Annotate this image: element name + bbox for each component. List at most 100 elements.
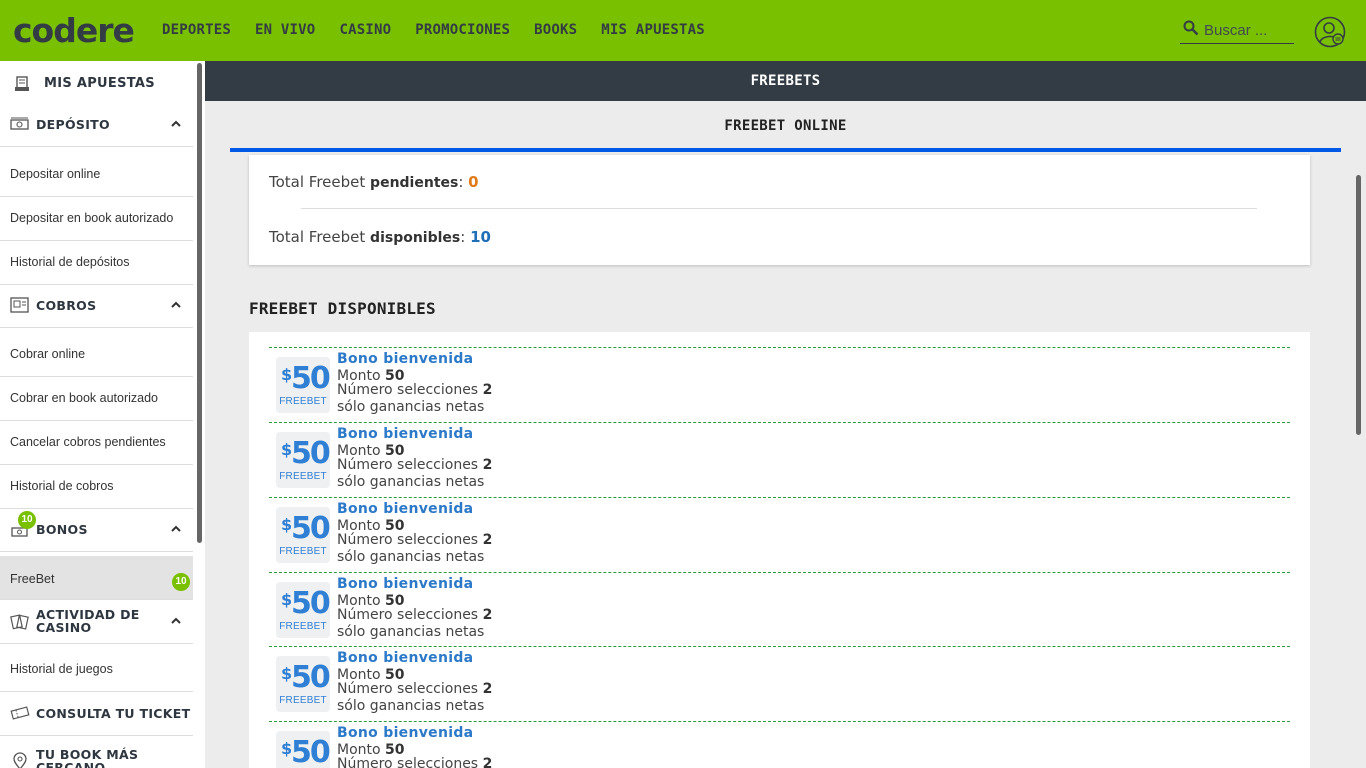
freebet-badge-number: 50 <box>291 735 331 768</box>
sidebar-item-label: Cobrar en book autorizado <box>10 391 159 405</box>
freebet-badge-icon: $50FREEBET <box>276 731 331 768</box>
freebet-title[interactable]: Bono bienvenida <box>337 576 473 592</box>
main-nav: DEPORTES EN VIVO CASINO PROMOCIONES BOOK… <box>150 0 717 61</box>
freebet-selecciones-row: Número selecciones 2 <box>337 607 492 623</box>
sidebar-item-depositar-book[interactable]: Depositar en book autorizado <box>0 197 193 241</box>
search-box <box>1180 18 1294 44</box>
freebet-badge-number: 50 <box>291 586 331 621</box>
main-scrollbar[interactable] <box>1356 175 1361 435</box>
consulta-ticket-label: CONSULTA TU TICKET <box>36 706 191 721</box>
nav-promociones[interactable]: PROMOCIONES <box>415 0 510 61</box>
freebet-note: sólo ganancias netas <box>337 474 485 490</box>
freebet-selecciones-label: Número selecciones <box>337 457 479 473</box>
section-title: FREEBET DISPONIBLES <box>249 299 436 318</box>
freebet-selecciones-value: 2 <box>482 607 493 623</box>
freebet-note: sólo ganancias netas <box>337 624 485 640</box>
freebets-title: FREEBETS <box>750 73 821 89</box>
user-account-icon[interactable] <box>1314 16 1346 48</box>
freebet-note: sólo ganancias netas <box>337 549 485 565</box>
freebet-note: sólo ganancias netas <box>337 399 485 415</box>
chevron-up-icon <box>171 301 181 308</box>
chevron-up-icon <box>171 525 181 532</box>
freebet-item[interactable]: $50FREEBETBono bienvenidaMonto 50Número … <box>269 721 1290 768</box>
bets-icon <box>15 76 29 91</box>
nav-mis-apuestas[interactable]: MIS APUESTAS <box>601 0 705 61</box>
location-pin-icon <box>13 752 27 768</box>
sidebar-title[interactable]: MIS APUESTAS <box>0 61 193 105</box>
sidebar-item-depositar-online[interactable]: Depositar online <box>0 153 193 197</box>
nav-casino[interactable]: CASINO <box>339 0 391 61</box>
freebet-item[interactable]: $50FREEBETBono bienvenidaMonto 50Número … <box>269 422 1290 497</box>
freebet-selecciones-row: Número selecciones 2 <box>337 457 492 473</box>
chevron-up-icon <box>171 120 181 127</box>
book-cercano[interactable]: TU BOOK MÁS CERCANO <box>0 736 193 768</box>
freebet-badge-icon: $50FREEBET <box>276 507 331 563</box>
nav-en-vivo[interactable]: EN VIVO <box>255 0 315 61</box>
sidebar-item-cobrar-book[interactable]: Cobrar en book autorizado <box>0 377 193 421</box>
freebet-selecciones-row: Número selecciones 2 <box>337 756 492 768</box>
freebet-title[interactable]: Bono bienvenida <box>337 426 473 442</box>
logo-text: codere <box>13 11 135 50</box>
freebet-badge-number: 50 <box>291 436 331 471</box>
freebet-item[interactable]: $50FREEBETBono bienvenidaMonto 50Número … <box>269 347 1290 422</box>
freebet-title[interactable]: Bono bienvenida <box>337 725 473 741</box>
freebet-badge-label: FREEBET <box>279 396 327 407</box>
freebet-badge-label: FREEBET <box>279 621 327 632</box>
freebet-selecciones-row: Número selecciones 2 <box>337 681 492 697</box>
sidebar: MIS APUESTAS DEPÓSITO Depositar online D… <box>0 61 205 768</box>
sidebar-item-cancelar-cobros[interactable]: Cancelar cobros pendientes <box>0 421 193 465</box>
book-cercano-label: TU BOOK MÁS CERCANO <box>36 748 138 768</box>
freebet-selecciones-label: Número selecciones <box>337 382 479 398</box>
freebet-badge-icon: $50FREEBET <box>276 656 331 712</box>
sidebar-item-label: Cancelar cobros pendientes <box>10 435 166 449</box>
freebet-badge-label: FREEBET <box>279 695 327 706</box>
codere-logo[interactable]: codere <box>13 11 135 51</box>
freebet-selecciones-row: Número selecciones 2 <box>337 382 492 398</box>
freebet-title[interactable]: Bono bienvenida <box>337 351 473 367</box>
freebet-selecciones-value: 2 <box>482 382 493 398</box>
freebet-selecciones-row: Número selecciones 2 <box>337 532 492 548</box>
freebet-count-badge: 10 <box>172 573 190 591</box>
freebet-item[interactable]: $50FREEBETBono bienvenidaMonto 50Número … <box>269 497 1290 572</box>
nav-books[interactable]: BOOKS <box>534 0 577 61</box>
freebet-item[interactable]: $50FREEBETBono bienvenidaMonto 50Número … <box>269 572 1290 647</box>
freebet-note: sólo ganancias netas <box>337 698 485 714</box>
sidebar-item-historial-depositos[interactable]: Historial de depósitos <box>0 241 193 285</box>
nav-deportes[interactable]: DEPORTES <box>162 0 231 61</box>
sidebar-title-label: MIS APUESTAS <box>44 76 155 91</box>
deposit-icon <box>10 117 29 130</box>
search-icon[interactable] <box>1183 20 1199 36</box>
freebet-badge-label: FREEBET <box>279 471 327 482</box>
freebet-selecciones-value: 2 <box>482 532 493 548</box>
consulta-ticket[interactable]: CONSULTA TU TICKET <box>0 692 193 736</box>
tab-freebet-online[interactable]: FREEBET ONLINE <box>230 101 1341 152</box>
sidebar-item-label: Historial de juegos <box>10 662 113 676</box>
sidebar-item-cobrar-online[interactable]: Cobrar online <box>0 333 193 377</box>
section-actividad-casino-label-line2: CASINO <box>36 620 92 635</box>
freebet-badge-number: 50 <box>291 660 331 695</box>
sidebar-item-freebet[interactable]: FreeBet 10 <box>0 556 193 600</box>
section-deposito[interactable]: DEPÓSITO <box>0 103 193 147</box>
ticket-icon <box>10 706 30 720</box>
sidebar-scrollbar[interactable] <box>197 63 202 543</box>
section-bonos[interactable]: 10 BONOS <box>0 508 193 552</box>
freebet-title[interactable]: Bono bienvenida <box>337 501 473 517</box>
book-cercano-label-line2: CERCANO <box>36 760 106 768</box>
sidebar-item-historial-juegos[interactable]: Historial de juegos <box>0 648 193 692</box>
freebet-selecciones-value: 2 <box>482 457 493 473</box>
sidebar-item-label: Depositar en book autorizado <box>10 211 174 225</box>
sidebar-item-label: Depositar online <box>10 167 101 181</box>
bonos-count-badge: 10 <box>18 511 36 529</box>
withdraw-icon <box>10 297 29 313</box>
freebet-selecciones-value: 2 <box>482 756 493 768</box>
freebet-title[interactable]: Bono bienvenida <box>337 650 473 666</box>
freebet-item[interactable]: $50FREEBETBono bienvenidaMonto 50Número … <box>269 646 1290 721</box>
sidebar-item-historial-cobros[interactable]: Historial de cobros <box>0 465 193 509</box>
section-actividad-casino[interactable]: ACTIVIDAD DE CASINO <box>0 600 193 644</box>
section-cobros[interactable]: COBROS <box>0 284 193 328</box>
chevron-up-icon <box>171 617 181 624</box>
sidebar-item-label: Historial de cobros <box>10 479 114 493</box>
section-actividad-casino-label: ACTIVIDAD DE CASINO <box>36 608 140 634</box>
total-pending-prefix: Total Freebet <box>269 173 366 191</box>
search-input[interactable] <box>1204 19 1294 41</box>
